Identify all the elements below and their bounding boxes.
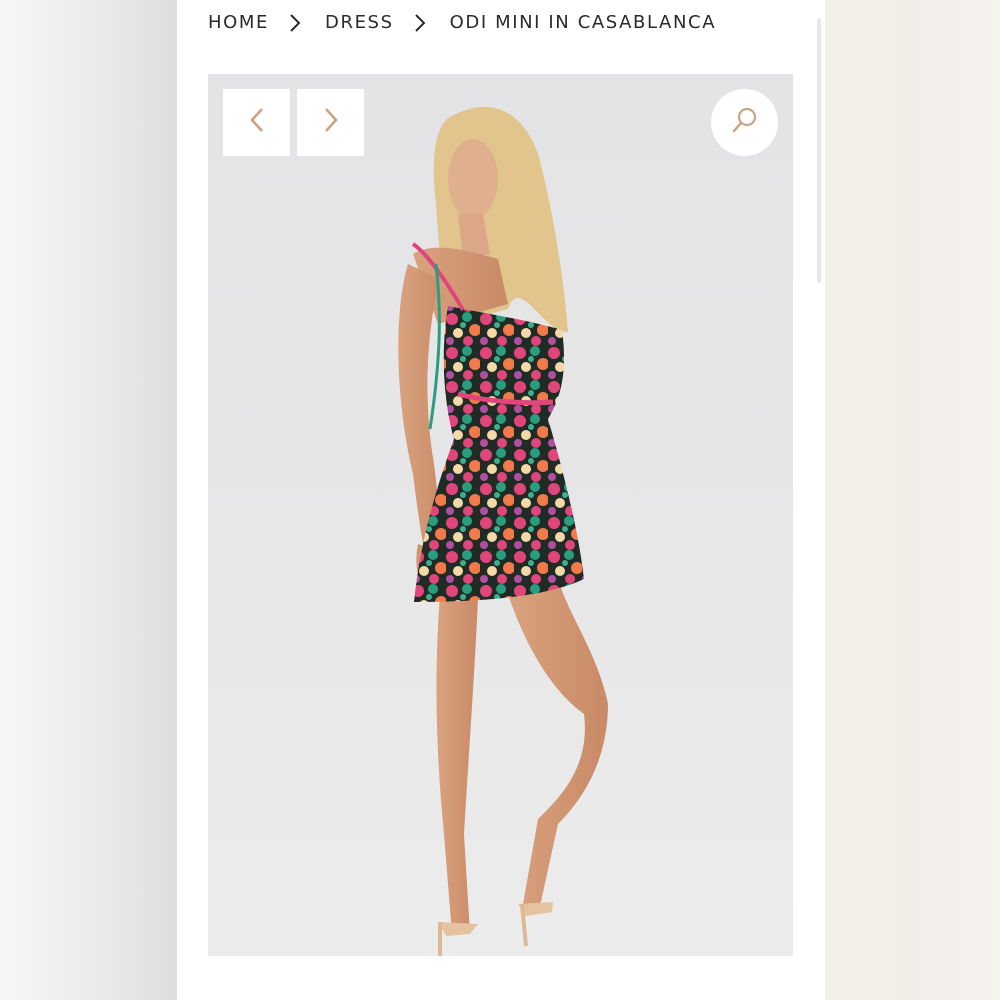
product-photo xyxy=(398,106,608,956)
backdrop-right xyxy=(825,0,1000,1000)
previous-image-button[interactable] xyxy=(223,89,290,156)
breadcrumb-home-link[interactable]: HOME xyxy=(208,12,269,33)
chevron-right-icon xyxy=(269,8,325,36)
product-image-gallery[interactable] xyxy=(208,74,793,956)
next-image-button[interactable] xyxy=(297,89,364,156)
backdrop-left xyxy=(0,0,177,1000)
chevron-left-icon xyxy=(249,107,265,138)
chevron-right-icon xyxy=(394,8,450,36)
breadcrumb: HOME DRESS ODI MINI IN CASABLANCA xyxy=(208,8,716,36)
chevron-right-icon xyxy=(323,107,339,138)
scrollbar[interactable] xyxy=(817,18,821,283)
breadcrumb-dress-link[interactable]: DRESS xyxy=(325,12,394,33)
zoom-image-button[interactable] xyxy=(711,89,778,156)
magnifier-icon xyxy=(731,106,759,139)
breadcrumb-current-page: ODI MINI IN CASABLANCA xyxy=(449,11,717,33)
